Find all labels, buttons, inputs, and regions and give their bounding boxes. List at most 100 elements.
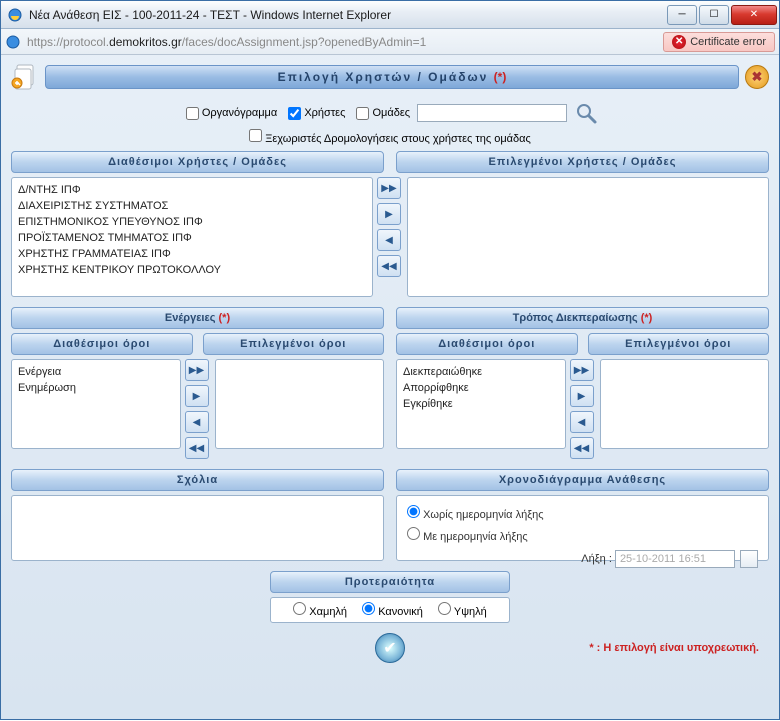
dialog-close-button[interactable]: ✖ bbox=[745, 65, 769, 89]
move-all-right-button[interactable]: ▶▶ bbox=[570, 359, 594, 381]
comments-header: Σχόλια bbox=[11, 469, 384, 491]
titlebar: Νέα Ανάθεση ΕΙΣ - 100-2011-24 - ΤΕΣΤ - W… bbox=[1, 1, 779, 29]
move-right-button[interactable]: ▶ bbox=[377, 203, 401, 225]
filter-row: Οργανόγραμμα Χρήστες Ομάδες bbox=[11, 95, 769, 129]
selected-actions-list[interactable] bbox=[215, 359, 385, 449]
method-header: Τρόπος Διεκπεραίωσης (*) bbox=[396, 307, 769, 329]
separate-routing-row: Ξεχωριστές Δρομολογήσεις στους χρήστες τ… bbox=[11, 129, 769, 151]
calendar-icon[interactable] bbox=[740, 550, 758, 568]
available-actions-header: Διαθέσιμοι όροι bbox=[11, 333, 193, 355]
users-move-buttons: ▶▶ ▶ ◀ ◀◀ bbox=[377, 177, 403, 297]
search-button[interactable] bbox=[574, 101, 598, 125]
available-methods-list[interactable]: Διεκπεραιώθηκε Απορρίφθηκε Εγκρίθηκε bbox=[396, 359, 566, 449]
users-filter-label[interactable]: Χρήστες bbox=[288, 107, 345, 119]
users-picker-body: Δ/ΝΤΗΣ ΙΠΦ ΔΙΑΧΕΙΡΙΣΤΗΣ ΣΥΣΤΗΜΑΤΟΣ ΕΠΙΣΤ… bbox=[11, 177, 769, 297]
move-all-right-button[interactable]: ▶▶ bbox=[185, 359, 209, 381]
address-url[interactable]: https://protocol.demokritos.gr/faces/doc… bbox=[27, 35, 657, 49]
move-left-button[interactable]: ◀ bbox=[185, 411, 209, 433]
move-left-button[interactable]: ◀ bbox=[570, 411, 594, 433]
url-host: demokritos.gr bbox=[109, 35, 182, 49]
priority-low-label[interactable]: Χαμηλή bbox=[293, 606, 347, 618]
selected-actions-header: Επιλεγμένοι όροι bbox=[203, 333, 385, 355]
certificate-error-text: Certificate error bbox=[690, 36, 766, 48]
methods-move-buttons: ▶▶ ▶ ◀ ◀◀ bbox=[570, 359, 596, 459]
required-note: * : Η επιλογή είναι υποχρεωτική. bbox=[589, 642, 759, 654]
page-body: Επιλογή Χρηστών / Ομάδων (*) ✖ Οργανόγρα… bbox=[1, 55, 779, 721]
no-expiry-radio[interactable] bbox=[407, 505, 420, 518]
schedule-box: Χωρίς ημερομηνία λήξης Με ημερομηνία λήξ… bbox=[396, 495, 769, 561]
with-expiry-label[interactable]: Με ημερομηνία λήξης bbox=[407, 531, 528, 543]
actions-method-body: Διαθέσιμοι όροι Επιλεγμένοι όροι Ενέργει… bbox=[11, 333, 769, 459]
list-item[interactable]: Διεκπεραιώθηκε bbox=[403, 364, 559, 380]
expiry-label: Λήξη : bbox=[581, 553, 612, 565]
separate-routing-text: Ξεχωριστές Δρομολογήσεις στους χρήστες τ… bbox=[265, 133, 531, 145]
move-right-button[interactable]: ▶ bbox=[185, 385, 209, 407]
window-buttons: ─ ☐ ✕ bbox=[667, 5, 777, 25]
expiry-input[interactable] bbox=[615, 550, 735, 568]
org-filter-label[interactable]: Οργανόγραμμα bbox=[186, 107, 277, 119]
move-all-left-button[interactable]: ◀◀ bbox=[185, 437, 209, 459]
priority-low-radio[interactable] bbox=[293, 602, 306, 615]
list-item[interactable]: Ενημέρωση bbox=[18, 380, 174, 396]
list-item[interactable]: ΔΙΑΧΕΙΡΙΣΤΗΣ ΣΥΣΤΗΜΑΤΟΣ bbox=[18, 198, 366, 214]
comments-textarea[interactable] bbox=[11, 495, 384, 561]
maximize-button[interactable]: ☐ bbox=[699, 5, 729, 25]
priority-normal-label[interactable]: Κανονική bbox=[362, 606, 423, 618]
no-expiry-label[interactable]: Χωρίς ημερομηνία λήξης bbox=[407, 509, 544, 521]
url-scheme: https:// bbox=[27, 35, 63, 49]
address-bar: https://protocol.demokritos.gr/faces/doc… bbox=[1, 29, 779, 55]
move-left-button[interactable]: ◀ bbox=[377, 229, 401, 251]
with-expiry-radio[interactable] bbox=[407, 527, 420, 540]
move-all-left-button[interactable]: ◀◀ bbox=[377, 255, 401, 277]
submit-button[interactable]: ✔ bbox=[375, 633, 405, 663]
users-checkbox[interactable] bbox=[288, 107, 301, 120]
separate-routing-label[interactable]: Ξεχωριστές Δρομολογήσεις στους χρήστες τ… bbox=[249, 133, 531, 145]
list-item[interactable]: ΕΠΙΣΤΗΜΟΝΙΚΟΣ ΥΠΕΥΘΥΝΟΣ ΙΠΦ bbox=[18, 214, 366, 230]
priority-options: Χαμηλή Κανονική Υψηλή bbox=[270, 597, 510, 623]
list-item[interactable]: Ενέργεια bbox=[18, 364, 174, 380]
list-item[interactable]: ΧΡΗΣΤΗΣ ΓΡΑΜΜΑΤΕΙΑΣ ΙΠΦ bbox=[18, 246, 366, 262]
priority-high-label[interactable]: Υψηλή bbox=[438, 606, 487, 618]
main-title-bar: Επιλογή Χρηστών / Ομάδων (*) bbox=[45, 65, 739, 89]
window-title: Νέα Ανάθεση ΕΙΣ - 100-2011-24 - ΤΕΣΤ - W… bbox=[29, 8, 667, 22]
list-item[interactable]: Εγκρίθηκε bbox=[403, 396, 559, 412]
list-item[interactable]: Δ/ΝΤΗΣ ΙΠΦ bbox=[18, 182, 366, 198]
selected-methods-list[interactable] bbox=[600, 359, 770, 449]
comments-schedule: Σχόλια Χρονοδιάγραμμα Ανάθεσης Χωρίς ημε… bbox=[11, 469, 769, 561]
url-path: /faces/docAssignment.jsp?openedByAdmin=1 bbox=[182, 35, 426, 49]
move-all-left-button[interactable]: ◀◀ bbox=[570, 437, 594, 459]
footer: ✔ * : Η επιλογή είναι υποχρεωτική. bbox=[11, 629, 769, 667]
move-right-button[interactable]: ▶ bbox=[570, 385, 594, 407]
groups-checkbox[interactable] bbox=[356, 107, 369, 120]
schedule-header: Χρονοδιάγραμμα Ανάθεσης bbox=[396, 469, 769, 491]
available-methods-header: Διαθέσιμοι όροι bbox=[396, 333, 578, 355]
available-actions-list[interactable]: Ενέργεια Ενημέρωση bbox=[11, 359, 181, 449]
org-checkbox[interactable] bbox=[186, 107, 199, 120]
url-sub: protocol. bbox=[63, 35, 109, 49]
available-users-header: Διαθέσιμοι Χρήστες / Ομάδες bbox=[11, 151, 384, 173]
priority-header: Προτεραιότητα bbox=[270, 571, 510, 593]
close-button[interactable]: ✕ bbox=[731, 5, 777, 25]
list-item[interactable]: ΧΡΗΣΤΗΣ ΚΕΝΤΡΙΚΟΥ ΠΡΩΤΟΚΟΛΛΟΥ bbox=[18, 262, 366, 278]
org-text: Οργανόγραμμα bbox=[202, 107, 277, 119]
app-window: Νέα Ανάθεση ΕΙΣ - 100-2011-24 - ΤΕΣΤ - W… bbox=[0, 0, 780, 720]
priority-high-radio[interactable] bbox=[438, 602, 451, 615]
list-item[interactable]: Απορρίφθηκε bbox=[403, 380, 559, 396]
search-input[interactable] bbox=[417, 104, 567, 122]
error-icon: ✕ bbox=[672, 35, 686, 49]
list-item[interactable]: ΠΡΟΪΣΤΑΜΕΝΟΣ ΤΜΗΜΑΤΟΣ ΙΠΦ bbox=[18, 230, 366, 246]
minimize-button[interactable]: ─ bbox=[667, 5, 697, 25]
priority-section: Προτεραιότητα Χαμηλή Κανονική Υψηλή bbox=[270, 571, 510, 623]
actions-move-buttons: ▶▶ ▶ ◀ ◀◀ bbox=[185, 359, 211, 459]
priority-normal-radio[interactable] bbox=[362, 602, 375, 615]
groups-filter-label[interactable]: Ομάδες bbox=[356, 107, 410, 119]
available-users-list[interactable]: Δ/ΝΤΗΣ ΙΠΦ ΔΙΑΧΕΙΡΙΣΤΗΣ ΣΥΣΤΗΜΑΤΟΣ ΕΠΙΣΤ… bbox=[11, 177, 373, 297]
selected-users-list[interactable] bbox=[407, 177, 769, 297]
users-text: Χρήστες bbox=[304, 107, 345, 119]
certificate-error-badge[interactable]: ✕ Certificate error bbox=[663, 32, 775, 52]
selected-users-header: Επιλεγμένοι Χρήστες / Ομάδες bbox=[396, 151, 769, 173]
separate-routing-checkbox[interactable] bbox=[249, 129, 262, 142]
move-all-right-button[interactable]: ▶▶ bbox=[377, 177, 401, 199]
selected-methods-header: Επιλεγμένοι όροι bbox=[588, 333, 770, 355]
actions-method-headers: Ενέργειες (*) Τρόπος Διεκπεραίωσης (*) bbox=[11, 307, 769, 333]
